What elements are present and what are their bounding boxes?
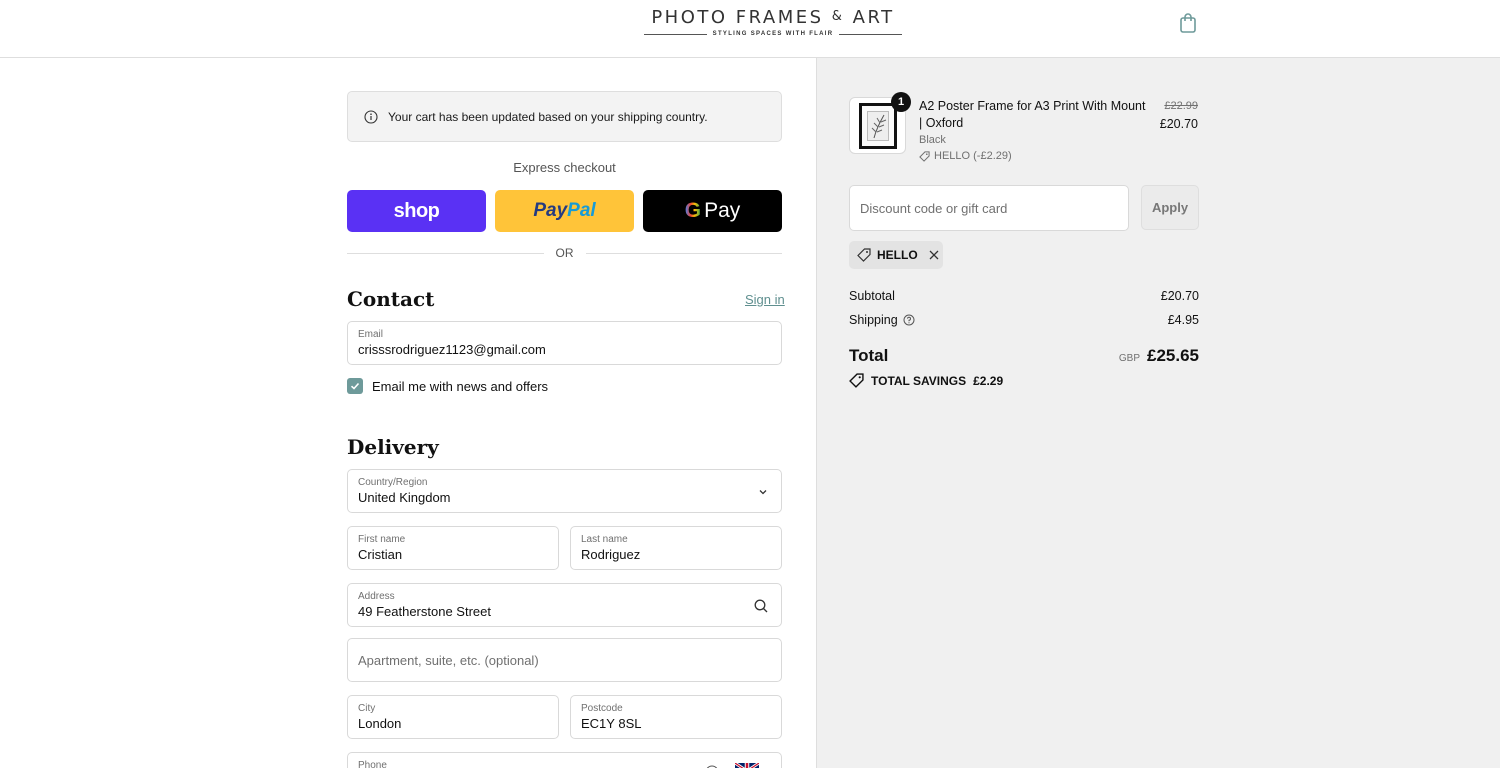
- logo-text: PHOTO FRAMES & ART: [651, 7, 895, 28]
- quantity-badge: 1: [891, 92, 911, 112]
- city-field[interactable]: City London: [347, 695, 559, 739]
- product-variant: Black: [919, 134, 946, 146]
- product-discount: HELLO (-£2.29): [919, 150, 1012, 162]
- store-logo[interactable]: PHOTO FRAMES & ART STYLING SPACES WITH F…: [644, 7, 903, 37]
- country-select[interactable]: Country/Region United Kingdom: [347, 469, 782, 513]
- applied-discount-tag: HELLO: [849, 241, 943, 269]
- subtotal-row: Subtotal £20.70: [849, 289, 1199, 303]
- help-circle-icon[interactable]: [903, 314, 915, 326]
- remove-discount-close-icon[interactable]: [928, 249, 940, 261]
- express-checkout-label: Express checkout: [513, 160, 616, 175]
- header: PHOTO FRAMES & ART STYLING SPACES WITH F…: [0, 0, 1500, 58]
- phone-field[interactable]: Phone: [347, 752, 782, 768]
- discount-code-input[interactable]: Discount code or gift card: [849, 185, 1129, 231]
- paypal-button[interactable]: Pay Pal: [495, 190, 634, 232]
- total-savings: TOTAL SAVINGS £2.29: [849, 373, 1003, 388]
- info-icon: [364, 109, 378, 124]
- checkmark-icon: [350, 382, 360, 390]
- tag-icon: [919, 150, 930, 162]
- leaf-artwork-icon: [871, 114, 886, 138]
- shipping-row: Shipping £4.95: [849, 313, 1199, 327]
- shopping-bag-icon[interactable]: [1178, 12, 1198, 34]
- google-g-icon: G: [684, 199, 702, 222]
- search-icon: [754, 599, 768, 613]
- address-field[interactable]: Address 49 Featherstone Street: [347, 583, 782, 627]
- order-summary-panel: [816, 58, 1500, 768]
- postcode-field[interactable]: Postcode EC1Y 8SL: [570, 695, 782, 739]
- google-pay-button[interactable]: G Pay: [643, 190, 782, 232]
- total-row: Total GBP £25.65: [849, 346, 1199, 365]
- newsletter-checkbox[interactable]: [347, 378, 363, 394]
- currency-code: GBP: [1118, 353, 1140, 364]
- shop-pay-button[interactable]: shop: [347, 190, 486, 232]
- product-name: A2 Poster Frame for A3 Print With Mount …: [919, 99, 1146, 130]
- uk-flag-icon[interactable]: [735, 763, 759, 768]
- logo-tagline: STYLING SPACES WITH FLAIR: [644, 31, 903, 37]
- total-amount: £25.65: [1147, 346, 1199, 365]
- delivery-heading: Delivery: [347, 435, 439, 459]
- newsletter-option[interactable]: Email me with news and offers: [347, 378, 548, 394]
- chevron-down-icon: [759, 490, 767, 495]
- sign-in-link[interactable]: Sign in: [745, 292, 785, 307]
- cart-updated-notice: Your cart has been updated based on your…: [347, 91, 782, 142]
- apartment-field[interactable]: Apartment, suite, etc. (optional): [347, 638, 782, 682]
- tag-icon: [849, 373, 864, 388]
- discounted-price: £20.70: [1159, 117, 1198, 131]
- original-price: £22.99: [1164, 100, 1198, 112]
- newsletter-label: Email me with news and offers: [372, 378, 549, 394]
- tag-icon: [857, 248, 871, 262]
- email-field[interactable]: Email crisssrodriguez1123@gmail.com: [347, 321, 782, 365]
- notice-text: Your cart has been updated based on your…: [388, 109, 708, 124]
- or-divider: OR: [347, 246, 782, 260]
- last-name-field[interactable]: Last name Rodriguez: [570, 526, 782, 570]
- apply-discount-button[interactable]: Apply: [1141, 185, 1199, 230]
- contact-heading: Contact: [347, 287, 435, 311]
- first-name-field[interactable]: First name Cristian: [347, 526, 559, 570]
